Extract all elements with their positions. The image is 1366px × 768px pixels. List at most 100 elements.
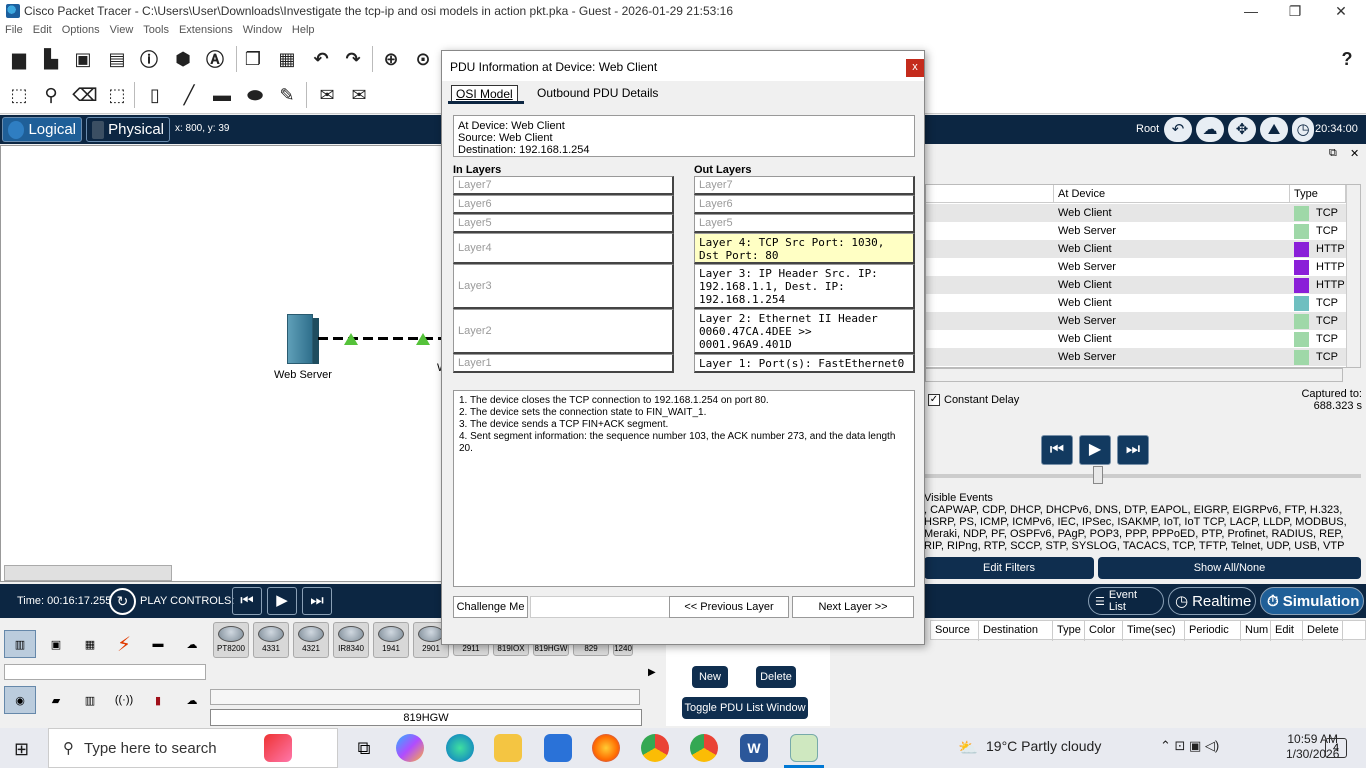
zoom-in-icon[interactable]: ⊕ xyxy=(380,48,402,70)
draw-ellipse-icon[interactable]: ⬬ xyxy=(244,84,266,106)
word-icon[interactable]: W xyxy=(740,734,768,762)
pdu-list-header[interactable]: Delete xyxy=(1303,621,1343,641)
event-row[interactable]: Web Server HTTP xyxy=(926,258,1346,276)
step-forward-button[interactable]: ⏭ xyxy=(1117,435,1149,465)
menu-view[interactable]: View xyxy=(105,22,139,38)
chrome-icon[interactable] xyxy=(641,734,669,762)
device-list-scrollbar[interactable] xyxy=(210,689,640,705)
edit-filters-button[interactable]: Edit Filters xyxy=(924,557,1094,579)
paste-icon[interactable]: ▦ xyxy=(276,48,298,70)
physical-tab[interactable]: Physical xyxy=(86,117,170,142)
redo-icon[interactable]: ↷ xyxy=(342,48,364,70)
event-list-scrollbar[interactable] xyxy=(1346,185,1360,367)
previous-layer-button[interactable]: << Previous Layer xyxy=(669,596,789,618)
pdu-list-header[interactable]: Source xyxy=(931,621,979,641)
new-file-icon[interactable]: ▆ xyxy=(8,48,30,70)
save-icon[interactable]: ▣ xyxy=(72,48,94,70)
challenge-answer-field[interactable] xyxy=(530,596,670,618)
back-icon[interactable]: ↶ xyxy=(1164,117,1192,142)
weather-text[interactable]: 19°C Partly cloudy xyxy=(986,738,1101,754)
play-speed-slider[interactable] xyxy=(925,466,1361,484)
draw-line-icon[interactable]: ╱ xyxy=(178,84,200,106)
show-all-none-button[interactable]: Show All/None xyxy=(1098,557,1361,579)
print-icon[interactable]: ▤ xyxy=(106,48,128,70)
event-list-horizontal-scrollbar[interactable] xyxy=(925,368,1343,382)
in-layer-1[interactable]: Layer1 xyxy=(453,354,674,373)
out-layer-3[interactable]: Layer 3: IP Header Src. IP: 192.168.1.1,… xyxy=(694,264,915,309)
event-row[interactable]: Web Server TCP xyxy=(926,348,1346,366)
event-row[interactable]: Web Server TCP xyxy=(926,222,1346,240)
store-icon[interactable] xyxy=(544,734,572,762)
help-icon[interactable]: ? xyxy=(1336,48,1358,70)
menu-window[interactable]: Window xyxy=(238,22,287,38)
notification-badge[interactable]: 4 xyxy=(1325,738,1347,758)
restore-button[interactable]: ❐ xyxy=(1272,0,1318,22)
event-list-header-type[interactable]: Type xyxy=(1290,185,1346,203)
new-scenario-button[interactable]: New xyxy=(692,666,728,688)
menu-edit[interactable]: Edit xyxy=(28,22,57,38)
taskbar-search[interactable]: ⚲ Type here to search xyxy=(48,728,338,768)
routers-subcategory-icon[interactable]: ◉ xyxy=(4,686,36,714)
pdu-list-header[interactable]: Edit xyxy=(1271,621,1303,641)
menu-options[interactable]: Options xyxy=(57,22,105,38)
out-layer-6[interactable]: Layer6 xyxy=(694,195,915,214)
toggle-pdu-list-button[interactable]: Toggle PDU List Window xyxy=(682,697,808,719)
out-layer-2[interactable]: Layer 2: Ethernet II Header 0060.47CA.4D… xyxy=(694,309,915,354)
clock-icon[interactable]: ◷ xyxy=(1292,117,1314,142)
network-wizard-icon[interactable]: ⬢ xyxy=(172,48,194,70)
move-icon[interactable]: ✥ xyxy=(1228,117,1256,142)
reset-time-icon[interactable]: ↻ xyxy=(109,588,136,615)
bottom-step-back-button[interactable]: ⏮ xyxy=(232,587,262,615)
category-search-field[interactable] xyxy=(4,664,206,680)
connections-category-icon[interactable]: ⚡ xyxy=(108,630,140,658)
logical-tab[interactable]: Logical xyxy=(2,117,82,142)
cloud-icon[interactable]: ☁ xyxy=(1196,117,1224,142)
in-layer-5[interactable]: Layer5 xyxy=(453,214,674,233)
freeform-icon[interactable]: ✎ xyxy=(276,84,298,106)
in-layer-7[interactable]: Layer7 xyxy=(453,176,674,195)
dialog-close-button[interactable]: x xyxy=(906,59,924,77)
open-folder-icon[interactable]: ▙ xyxy=(40,48,62,70)
menu-tools[interactable]: Tools xyxy=(138,22,174,38)
file-explorer-icon[interactable] xyxy=(494,734,522,762)
chrome-profile-icon[interactable] xyxy=(690,734,718,762)
router-model-tile[interactable]: 4331 xyxy=(253,622,289,658)
wireless-subcategory-icon[interactable]: ((·)) xyxy=(108,686,140,714)
task-view-icon[interactable]: ⧉ xyxy=(350,734,378,762)
step-back-button[interactable]: ⏮ xyxy=(1041,435,1073,465)
pdu-list-header[interactable]: Periodic xyxy=(1185,621,1241,641)
wan-emulation-subcategory-icon[interactable]: ☁ xyxy=(176,686,208,714)
undock-icon[interactable]: ⧉ xyxy=(1329,147,1337,160)
router-model-tile[interactable]: PT8200 xyxy=(213,622,249,658)
misc-category-icon[interactable]: ▬ xyxy=(142,630,174,658)
in-layer-6[interactable]: Layer6 xyxy=(453,195,674,214)
firefox-icon[interactable] xyxy=(592,734,620,762)
workspace-horizontal-scrollbar[interactable] xyxy=(4,565,172,581)
inspect-icon[interactable]: ⚲ xyxy=(40,84,62,106)
resize-shape-icon[interactable]: ⬚ xyxy=(106,84,128,106)
pdu-list-header[interactable]: Num xyxy=(1241,621,1271,641)
realtime-tab[interactable]: ◷ Realtime xyxy=(1168,587,1256,615)
menu-help[interactable]: Help xyxy=(287,22,320,38)
router-model-tile[interactable]: 4321 xyxy=(293,622,329,658)
out-layer-1[interactable]: Layer 1: Port(s): FastEthernet0 xyxy=(694,354,915,373)
router-model-tile[interactable]: IR8340 xyxy=(333,622,369,658)
end-devices-category-icon[interactable]: ▣ xyxy=(40,630,72,658)
menu-extensions[interactable]: Extensions xyxy=(174,22,238,38)
tab-outbound-pdu-details[interactable]: Outbound PDU Details xyxy=(533,85,662,103)
system-tray-icons[interactable]: ⌃ ⊡ ▣ ◁) xyxy=(1160,738,1219,754)
packet-tracer-taskbar-icon[interactable] xyxy=(790,734,818,762)
slider-knob[interactable] xyxy=(1093,466,1103,484)
pdu-list-header[interactable]: Type xyxy=(1053,621,1085,641)
hubs-subcategory-icon[interactable]: ▥ xyxy=(74,686,106,714)
multiuser-category-icon[interactable]: ☁ xyxy=(176,630,208,658)
out-layer-5[interactable]: Layer5 xyxy=(694,214,915,233)
delete-icon[interactable]: ⌫ xyxy=(72,84,97,106)
activity-wizard-icon[interactable]: Ⓐ xyxy=(204,48,226,70)
info-icon[interactable]: ⓘ xyxy=(138,48,160,70)
pdu-list-header[interactable]: Destination xyxy=(979,621,1053,641)
close-panel-icon[interactable]: ✕ xyxy=(1350,147,1359,160)
expand-arrow-icon[interactable]: ▶ xyxy=(648,667,656,678)
event-row[interactable]: Web Client TCP xyxy=(926,204,1346,222)
components-category-icon[interactable]: ▦ xyxy=(74,630,106,658)
